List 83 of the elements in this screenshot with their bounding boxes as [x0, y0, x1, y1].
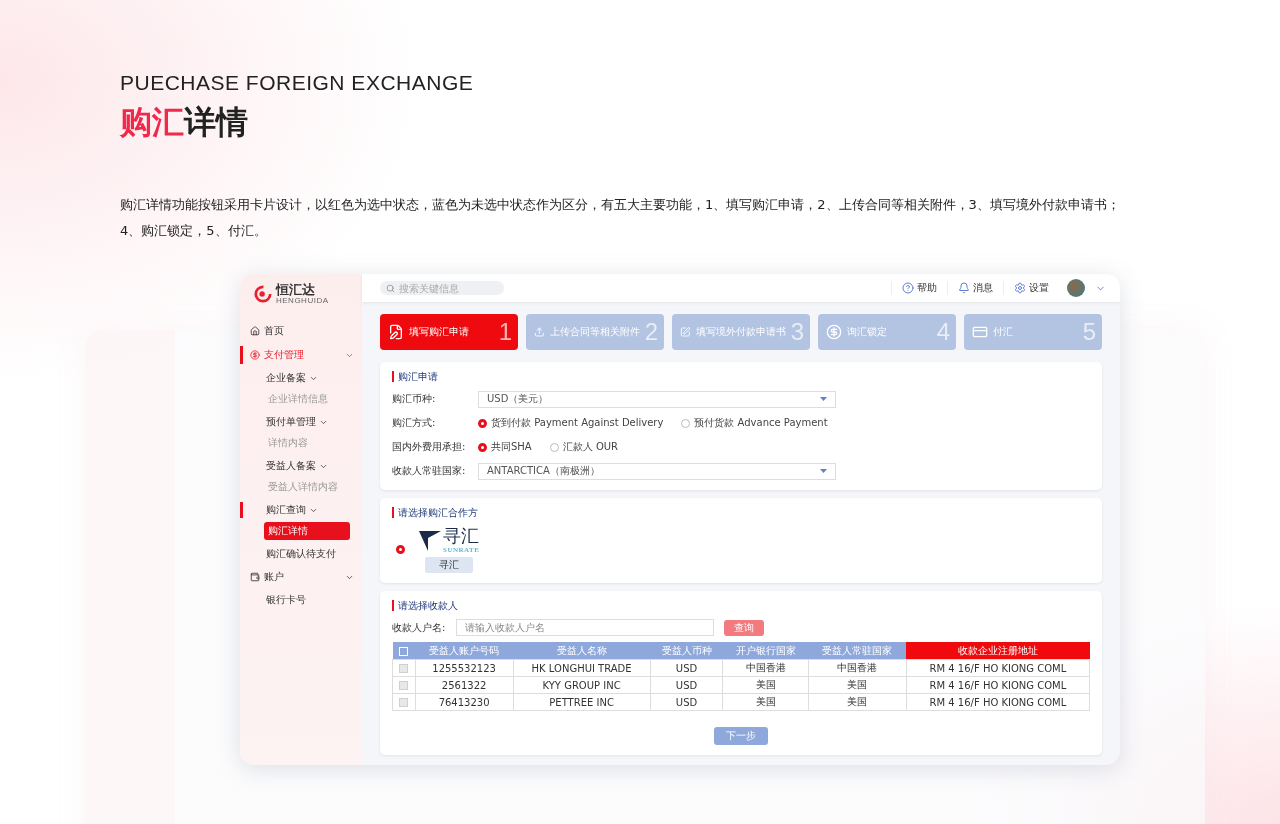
table-cell: USD	[650, 676, 723, 694]
table-cell: 美国	[808, 693, 907, 711]
table-cell: 2561322	[415, 676, 514, 694]
field-label: 购汇币种:	[392, 392, 437, 406]
field-label: 收款人常驻国家:	[392, 464, 467, 478]
search-field[interactable]: 搜索关键信息	[380, 281, 504, 295]
column-header: 受益人常驻国家	[808, 642, 907, 660]
column-header: 收款企业注册地址	[906, 642, 1090, 660]
sidebar-item[interactable]: 首页	[240, 319, 362, 343]
wallet-icon	[250, 572, 260, 582]
checkbox[interactable]	[399, 681, 409, 690]
radio-option[interactable]: 货到付款 Payment Against Delivery	[478, 416, 664, 430]
table-cell: 中国香港	[722, 659, 809, 677]
notification-icon	[958, 282, 970, 294]
column-header: 受益人账户号码	[415, 642, 514, 660]
logo-name: 恒汇达	[276, 282, 316, 297]
sidebar-item[interactable]: 支付管理	[240, 343, 362, 367]
sidebar-item[interactable]: 企业备案	[240, 367, 362, 389]
home-icon	[250, 326, 260, 336]
select-field[interactable]: ANTARCTICA（南极洲）	[478, 462, 836, 480]
sidebar-item[interactable]: 预付单管理	[240, 411, 362, 433]
column-header: 开户银行国家	[722, 642, 809, 660]
logo-subtitle: HENGHUIDA	[276, 297, 329, 305]
field-label: 国内外费用承担:	[392, 440, 467, 454]
input-field[interactable]: 请输入收款人户名	[456, 619, 714, 636]
radio-option[interactable]: 预付货款 Advance Payment	[681, 416, 828, 430]
description-text: 购汇详情功能按钮采用卡片设计，以红色为选中状态，蓝色为未选中状态作为区分，有五大主要功能，1、填写购汇申请，2、上传合同等相关附件，3、填写境外付款申请书；4、购汇锁定，5、付汇。	[120, 196, 1120, 240]
select-field[interactable]: USD（美元）	[478, 390, 836, 408]
sidebar-item[interactable]: 受益人备案	[240, 455, 362, 477]
field-label: 购汇方式:	[392, 416, 437, 430]
search-icon	[386, 283, 395, 293]
table-cell: USD	[650, 693, 723, 711]
table-cell: PETTREE INC	[513, 693, 651, 711]
checkbox[interactable]	[399, 698, 409, 707]
sidebar-item[interactable]: 银行卡号	[240, 589, 362, 611]
partner-name: 寻汇	[425, 557, 474, 573]
dollar-coin-icon	[826, 324, 842, 340]
column-header: 受益人币种	[650, 642, 723, 660]
table-cell: 美国	[722, 693, 809, 711]
radio-button[interactable]	[396, 545, 405, 554]
table-cell: RM 4 16/F HO KIONG COML	[906, 676, 1090, 694]
page-heading: 购汇详情	[120, 102, 249, 143]
document-pen-icon	[388, 324, 404, 340]
table-cell: RM 4 16/F HO KIONG COML	[906, 693, 1090, 711]
triangle-logo-icon	[419, 529, 441, 551]
card-title: 购汇申请	[392, 371, 1090, 382]
avatar[interactable]	[1067, 279, 1085, 297]
sidebar-item[interactable]: 账户	[240, 565, 362, 589]
table-cell: 美国	[722, 676, 809, 694]
table-cell: 中国香港	[808, 659, 907, 677]
step-card[interactable]: 填写购汇申请 1	[380, 314, 518, 350]
table-cell: 76413230	[415, 693, 514, 711]
dropdown-arrow-icon	[820, 397, 827, 401]
coin-icon	[250, 350, 260, 360]
action-label[interactable]: 帮助	[917, 281, 937, 295]
table-cell: KYY GROUP INC	[513, 676, 651, 694]
step-number: 1	[498, 317, 512, 347]
column-header: 受益人名称	[513, 642, 651, 660]
table-cell: RM 4 16/F HO KIONG COML	[906, 659, 1090, 677]
action-label[interactable]: 设置	[1029, 281, 1049, 295]
sidebar-item[interactable]: 购汇确认待支付	[240, 543, 362, 565]
help-icon	[902, 282, 914, 294]
upload-icon	[534, 324, 545, 340]
partner-logo-text: 寻汇	[443, 526, 479, 546]
radio-option[interactable]: 汇款人 OUR	[549, 440, 619, 454]
card-title: 请选择收款人	[392, 600, 1090, 611]
dropdown-arrow-icon	[820, 469, 827, 473]
page-title: PUECHASE FOREIGN EXCHANGE	[120, 70, 475, 96]
field-label: 收款人户名:	[392, 620, 447, 635]
table-cell: HK LONGHUI TRADE	[513, 659, 651, 677]
table-cell: 美国	[808, 676, 907, 694]
sidebar-item[interactable]: 购汇查询	[240, 499, 362, 521]
radio-option[interactable]: 共同SHA	[478, 440, 532, 454]
settings-icon	[1014, 282, 1026, 294]
logo-icon	[254, 284, 272, 303]
action-label[interactable]: 消息	[973, 281, 993, 295]
checkbox[interactable]	[399, 664, 409, 673]
table-cell: USD	[650, 659, 723, 677]
edit-icon	[680, 324, 691, 340]
card-icon	[972, 324, 988, 340]
sidebar-item[interactable]: 购汇详情	[264, 522, 350, 540]
card-title: 请选择购汇合作方	[392, 507, 1090, 518]
table-cell: 1255532123	[415, 659, 514, 677]
